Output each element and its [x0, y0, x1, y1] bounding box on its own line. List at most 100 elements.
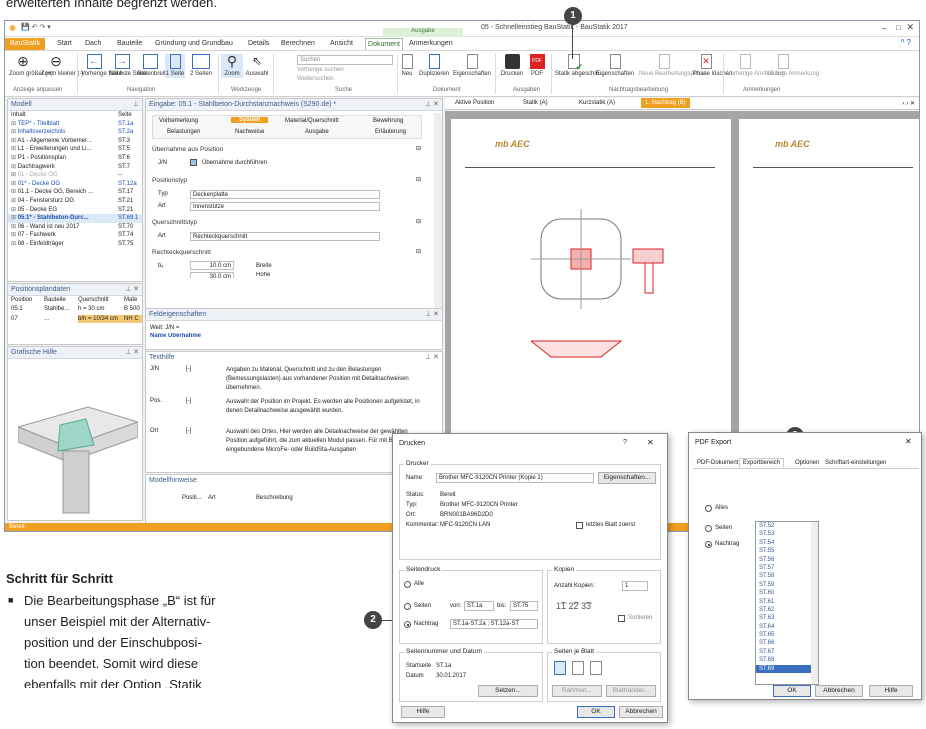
expand-icon[interactable]: ⊞: [8, 207, 18, 213]
list-item[interactable]: ST.66: [756, 639, 818, 647]
nachtrag-input[interactable]: ST.1a-ST.2a ; ST.12a-ST: [450, 619, 538, 629]
zoom-tool-button[interactable]: ⚲ Zoom: [221, 54, 243, 78]
doc-properties-button[interactable]: Eigenschaften: [453, 54, 491, 78]
rahmen-button[interactable]: Rahmen...: [552, 685, 602, 697]
duplicate-button[interactable]: Duplizieren: [417, 54, 451, 78]
tab-gruendung[interactable]: Gründung und Grundbau: [155, 38, 233, 50]
collapse-icon[interactable]: ⊟: [416, 176, 421, 183]
pin-close-icon[interactable]: ⊥ ✕: [425, 352, 439, 364]
collapse-icon[interactable]: ⊟: [416, 145, 421, 152]
four-per-sheet-icon[interactable]: [590, 661, 602, 675]
pdf-list-scrollbar[interactable]: [811, 522, 818, 684]
minimize-icon[interactable]: –: [882, 23, 887, 33]
uebernahme-checkbox[interactable]: [190, 159, 197, 166]
list-item[interactable]: ST.63: [756, 614, 818, 622]
tab-dokument[interactable]: Dokument: [365, 38, 403, 50]
radio-all[interactable]: [404, 581, 411, 588]
pdf-radio-pages[interactable]: [705, 525, 712, 532]
by-input[interactable]: 30.0 cm: [190, 272, 234, 278]
querschnitt-select[interactable]: Rechteckquerschnitt: [190, 232, 380, 241]
expand-icon[interactable]: ⊞: [8, 198, 18, 204]
doc-tab-aktive[interactable]: Aktive Position: [455, 100, 494, 106]
radio-pages[interactable]: [404, 603, 411, 610]
zoom-in-button[interactable]: ⊕ Zoom größer (+): [9, 54, 53, 78]
one-page-button[interactable]: 1 Seite: [165, 54, 185, 78]
page-width-button[interactable]: Seitenbreite: [137, 54, 169, 78]
input-scrollbar[interactable]: [434, 113, 442, 327]
pin-close-icon[interactable]: ⊥ ✕: [125, 284, 139, 296]
printer-select[interactable]: Brother MFC-9120CN Printer (Kopie 1): [436, 473, 594, 483]
search-prev-button[interactable]: Vorherige suchen: [297, 67, 344, 73]
tree-item[interactable]: ⊞ Inhaltsverzeichnis ST.2a: [8, 128, 142, 137]
expand-icon[interactable]: ⊞: [8, 121, 18, 127]
expand-icon[interactable]: ⊞: [8, 129, 18, 135]
tree-item[interactable]: ⊞ 01.1 - Decke OG, Bereich ... ST.17: [8, 188, 142, 197]
one-per-sheet-icon[interactable]: [554, 661, 566, 675]
table-row[interactable]: 07 ... b/h = 10/34 cm NH C: [8, 314, 142, 325]
tree-item[interactable]: ⊞ TEP* - Titelblatt ST.1a: [8, 120, 142, 129]
tab-start[interactable]: Start: [57, 38, 72, 50]
tree-item[interactable]: ⊞ 04 - Fenstersturz OG ST.21: [8, 197, 142, 206]
help-icon[interactable]: ^ ?: [901, 38, 911, 47]
tree-item[interactable]: ⊞ 01* - Decke OG ST.12a: [8, 180, 142, 189]
pdf-tab-optionen[interactable]: Optionen: [795, 460, 819, 466]
list-item[interactable]: ST.53: [756, 530, 818, 538]
tab-bauteile[interactable]: Bauteile: [117, 38, 142, 50]
to-input[interactable]: ST.75: [510, 601, 538, 611]
tab-vorbemerkung[interactable]: Vorbemerkung: [159, 118, 198, 124]
expand-icon[interactable]: ⊞: [8, 172, 18, 178]
next-page-button[interactable]: → Nächste Seite: [109, 54, 146, 78]
tab-anmerkungen[interactable]: Anmerkungen: [409, 38, 453, 50]
set-button[interactable]: Setzen...: [478, 685, 538, 697]
list-item[interactable]: ST.55: [756, 547, 818, 555]
from-input[interactable]: ST.1a: [464, 601, 494, 611]
tree-item[interactable]: ⊞ Dachtragwerk ST.7: [8, 163, 142, 172]
tree-item[interactable]: ⊞ 06 - Wand ist neu 2017 ST.70: [8, 223, 142, 232]
last-sheet-checkbox[interactable]: [576, 522, 583, 529]
prev-page-button[interactable]: ← Vorherige Seite: [81, 54, 122, 78]
zoom-out-button[interactable]: ⊖ Zoom kleiner (-): [41, 54, 83, 78]
tree-item[interactable]: ⊞ 05 - Decke EG ST.21: [8, 206, 142, 215]
expand-icon[interactable]: ⊞: [8, 232, 18, 238]
pdf-button[interactable]: PDF PDF: [527, 54, 547, 78]
list-item[interactable]: ST.57: [756, 564, 818, 572]
tree-item[interactable]: ⊞ 07 - Fachwerk ST.74: [8, 231, 142, 240]
maximize-icon[interactable]: □: [896, 23, 901, 32]
pin-close-icon[interactable]: ⊥ ✕: [125, 347, 139, 359]
pdf-tab-document[interactable]: PDF-Dokument: [697, 460, 738, 466]
expand-icon[interactable]: ⊞: [8, 138, 17, 144]
close-icon[interactable]: ✕: [905, 437, 912, 446]
tree-item[interactable]: ⊞ P1 - Positionsplan ST.6: [8, 154, 142, 163]
pin-close-icon[interactable]: ⊥ ✕: [425, 309, 439, 321]
delete-phase-button[interactable]: ✕ Phase löschen: [693, 54, 732, 78]
prev-note-button[interactable]: Vorherige Anmerkung: [727, 54, 785, 78]
next-note-button[interactable]: Nächste Anmerkung: [765, 54, 819, 78]
sort-checkbox[interactable]: [618, 615, 625, 622]
tab-erlaeuterung[interactable]: Erläuterung: [375, 129, 406, 135]
tab-baustatik[interactable]: BauStatik: [5, 38, 45, 50]
tab-ausgabe[interactable]: Ausgabe: [305, 129, 329, 135]
radio-nachtrag[interactable]: [404, 621, 411, 628]
new-phase-button[interactable]: Neue Bearbeitungsphase: [639, 54, 707, 78]
table-row[interactable]: 05.1 Stahlbe... h = 30 cm B 500: [8, 305, 142, 315]
expand-icon[interactable]: ⊞: [8, 146, 18, 152]
phase-properties-button[interactable]: Eigenschaften: [595, 54, 635, 78]
statik-done-button[interactable]: ✔ Statik abgeschlo...: [555, 54, 604, 78]
pdf-cancel-button[interactable]: Abbrechen: [815, 685, 863, 697]
expand-icon[interactable]: ⊞: [8, 215, 18, 221]
close-icon[interactable]: ✕: [647, 438, 654, 447]
pin-icon[interactable]: ⊥: [133, 99, 139, 111]
doc-tab-statik[interactable]: Statik (A): [523, 100, 548, 106]
bx-input[interactable]: 10.0 cm: [190, 261, 234, 270]
search-input[interactable]: Suchen: [297, 55, 393, 65]
tab-nachweise[interactable]: Nachweise: [235, 129, 264, 135]
pdf-ok-button[interactable]: OK: [773, 685, 811, 697]
print-cancel-button[interactable]: Abbrechen: [619, 706, 663, 718]
tree-item[interactable]: ⊞ A1 - Allgemeine Vorbemer... ST.3: [8, 137, 142, 146]
expand-icon[interactable]: ⊞: [8, 181, 18, 187]
select-button[interactable]: ⇖ Auswahl: [245, 54, 269, 78]
collapse-icon[interactable]: ⊟: [416, 218, 421, 225]
expand-icon[interactable]: ⊞: [8, 241, 18, 247]
two-per-sheet-icon[interactable]: [572, 661, 584, 675]
doc-tab-kurzstatik[interactable]: Kurzstatik (A): [579, 100, 615, 106]
